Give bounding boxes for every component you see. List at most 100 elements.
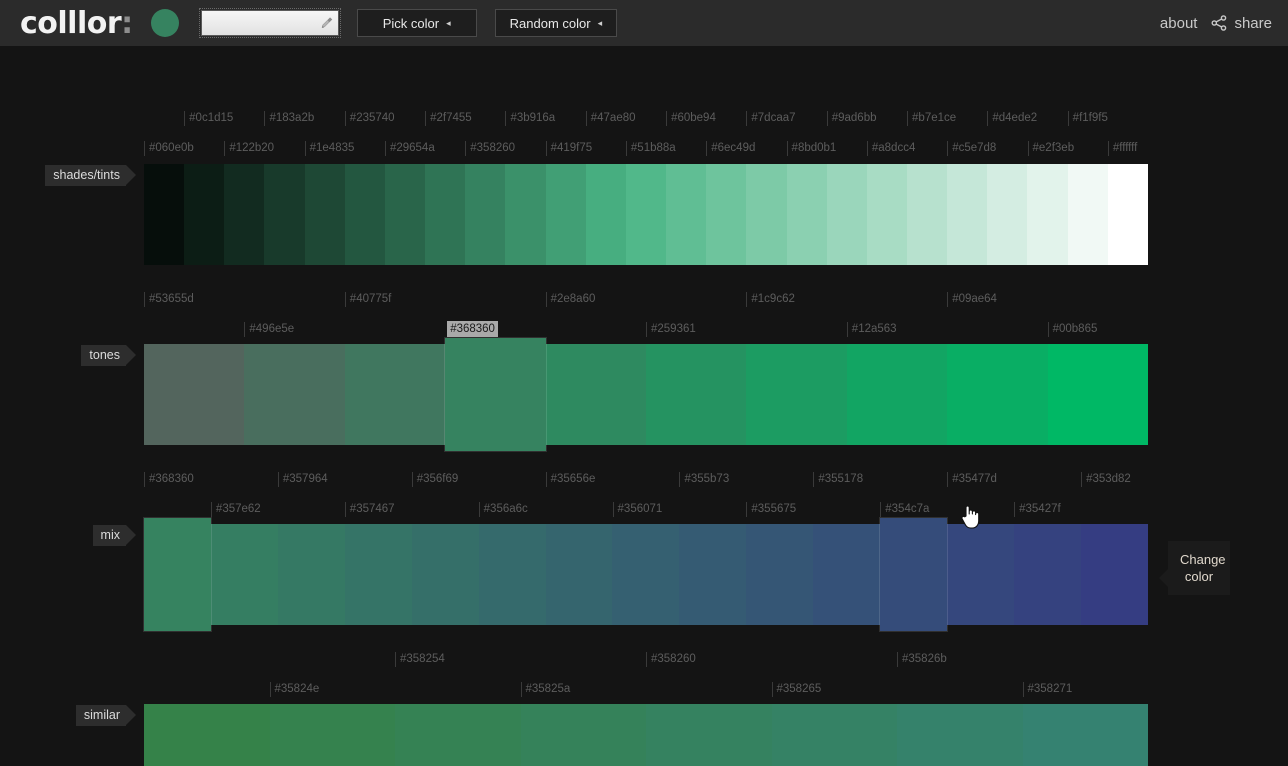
- hex-label[interactable]: #6ec49d: [706, 140, 758, 156]
- hex-label[interactable]: #259361: [646, 321, 699, 337]
- color-swatch[interactable]: [786, 164, 827, 265]
- hex-label[interactable]: #356a6c: [478, 501, 531, 517]
- color-swatch[interactable]: [1080, 524, 1148, 625]
- color-swatch[interactable]: [947, 524, 1014, 625]
- color-swatch[interactable]: [897, 704, 1023, 766]
- hex-label[interactable]: #35656e: [545, 471, 599, 487]
- color-swatch[interactable]: [425, 164, 466, 265]
- color-swatch[interactable]: [344, 524, 412, 625]
- color-swatch[interactable]: [585, 164, 626, 265]
- hex-label[interactable]: #368360: [144, 471, 197, 487]
- hex-label[interactable]: #00b865: [1047, 321, 1101, 337]
- hex-label[interactable]: #1c9c62: [746, 291, 797, 307]
- hex-label[interactable]: #51b88a: [625, 140, 679, 156]
- color-swatch[interactable]: [144, 344, 245, 445]
- color-swatch[interactable]: [184, 164, 225, 265]
- color-swatch[interactable]: [1107, 164, 1148, 265]
- color-swatch[interactable]: [679, 524, 747, 625]
- hex-label[interactable]: #358260: [646, 651, 699, 667]
- hex-label[interactable]: #060e0b: [144, 140, 197, 156]
- color-swatch[interactable]: [545, 164, 586, 265]
- hex-label[interactable]: #1e4835: [304, 140, 358, 156]
- color-swatch[interactable]: [545, 344, 646, 445]
- row-tag-tones[interactable]: tones: [81, 345, 136, 366]
- row-tag-shades-tints[interactable]: shades/tints: [45, 165, 136, 186]
- color-swatch[interactable]: [411, 524, 479, 625]
- color-swatch[interactable]: [520, 704, 646, 766]
- color-swatch[interactable]: [144, 704, 270, 766]
- hex-label[interactable]: #47ae80: [585, 110, 639, 126]
- color-swatch[interactable]: [478, 524, 546, 625]
- color-swatch[interactable]: [866, 164, 907, 265]
- hex-label[interactable]: #358265: [771, 681, 825, 697]
- color-swatch[interactable]: [1027, 164, 1068, 265]
- color-swatch[interactable]: [612, 524, 680, 625]
- color-swatch[interactable]: [505, 164, 546, 265]
- color-swatch[interactable]: [264, 164, 305, 265]
- hex-label[interactable]: #353d82: [1081, 471, 1134, 487]
- hex-label[interactable]: #419f75: [545, 140, 596, 156]
- about-link[interactable]: about: [1160, 15, 1198, 32]
- hex-label[interactable]: #e2f3eb: [1027, 140, 1078, 156]
- hex-label[interactable]: #357467: [344, 501, 398, 517]
- hex-label[interactable]: #9ad6bb: [826, 110, 880, 126]
- color-swatch[interactable]: [906, 164, 948, 265]
- hex-label[interactable]: #f1f9f5: [1067, 110, 1111, 126]
- hex-label[interactable]: #8bd0b1: [786, 140, 840, 156]
- pick-color-button[interactable]: Pick color ◂: [356, 9, 477, 37]
- hex-label[interactable]: #35825a: [520, 681, 574, 697]
- color-swatch[interactable]: [813, 524, 881, 625]
- color-swatch[interactable]: [666, 164, 707, 265]
- hex-label[interactable]: #35824e: [269, 681, 323, 697]
- hex-label[interactable]: #a8dcc4: [866, 140, 918, 156]
- hex-label[interactable]: #356f69: [411, 471, 462, 487]
- hex-label[interactable]: #122b20: [224, 140, 277, 156]
- color-swatch[interactable]: [746, 344, 847, 445]
- color-swatch[interactable]: [384, 164, 426, 265]
- hex-label[interactable]: #60be94: [666, 110, 719, 126]
- color-search-input[interactable]: [198, 8, 341, 38]
- hex-label[interactable]: #355b73: [679, 471, 732, 487]
- color-swatch[interactable]: [746, 164, 787, 265]
- color-swatch[interactable]: [947, 164, 988, 265]
- color-swatch[interactable]: [269, 704, 395, 766]
- hex-label[interactable]: #35427f: [1014, 501, 1064, 517]
- color-swatch[interactable]: [304, 164, 345, 265]
- color-swatch[interactable]: [344, 164, 385, 265]
- color-swatch[interactable]: [395, 704, 521, 766]
- color-swatch[interactable]: [210, 524, 278, 625]
- hex-label[interactable]: #355675: [746, 501, 799, 517]
- color-swatch[interactable]: [771, 704, 897, 766]
- color-swatch[interactable]: [826, 164, 867, 265]
- hex-label[interactable]: #b7e1ce: [907, 110, 959, 126]
- hex-label[interactable]: #35477d: [947, 471, 1000, 487]
- hex-label[interactable]: #358271: [1022, 681, 1076, 697]
- hex-label[interactable]: #2f7455: [425, 110, 475, 126]
- hex-label[interactable]: #3b916a: [505, 110, 558, 126]
- row-tag-mix[interactable]: mix: [92, 525, 137, 546]
- hex-label[interactable]: #53655d: [144, 291, 197, 307]
- hex-label[interactable]: #357e62: [210, 501, 264, 517]
- hex-label[interactable]: #183a2b: [264, 110, 317, 126]
- hex-label[interactable]: #2e8a60: [545, 291, 599, 307]
- hex-label[interactable]: #496e5e: [244, 321, 297, 337]
- color-swatch[interactable]: [144, 518, 211, 631]
- hex-label[interactable]: #357964: [277, 471, 331, 487]
- hex-label[interactable]: #235740: [344, 110, 398, 126]
- color-swatch[interactable]: [244, 344, 345, 445]
- color-swatch[interactable]: [1013, 524, 1081, 625]
- color-swatch[interactable]: [625, 164, 667, 265]
- color-swatch[interactable]: [465, 164, 506, 265]
- share-button[interactable]: share: [1211, 15, 1272, 32]
- hex-label[interactable]: #355178: [813, 471, 866, 487]
- hex-label[interactable]: #ffffff: [1107, 140, 1141, 156]
- hex-label[interactable]: #368360: [447, 321, 498, 337]
- color-swatch[interactable]: [646, 704, 772, 766]
- hex-label[interactable]: #29654a: [384, 140, 438, 156]
- color-swatch[interactable]: [947, 344, 1048, 445]
- color-swatch[interactable]: [344, 344, 446, 445]
- color-swatch[interactable]: [1067, 164, 1108, 265]
- hex-label[interactable]: #358260: [465, 140, 518, 156]
- hex-label[interactable]: #09ae64: [947, 291, 1000, 307]
- hex-label[interactable]: #356071: [612, 501, 666, 517]
